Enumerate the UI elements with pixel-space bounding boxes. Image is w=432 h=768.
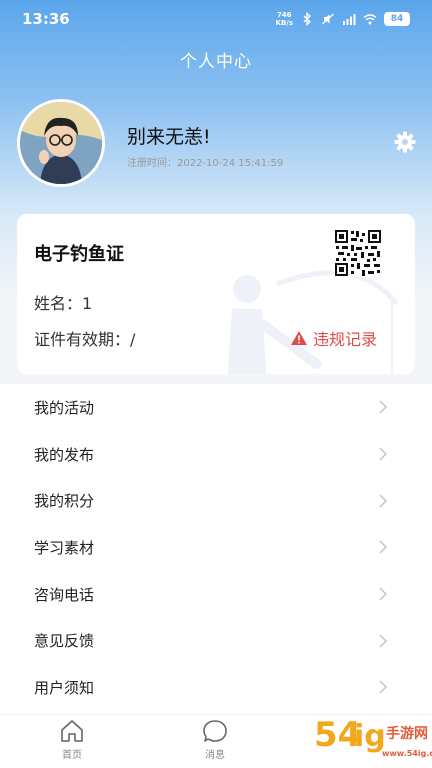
watermark-brand: 手游网 xyxy=(386,725,428,742)
menu-item-label: 我的活动 xyxy=(34,398,95,417)
violation-record-link[interactable]: 违规记录 xyxy=(290,326,377,350)
license-name: 姓名：1 xyxy=(34,294,93,313)
register-time: 注册时间：2022-10-24 15:41:59 xyxy=(127,158,284,169)
tab-label: 消息 xyxy=(205,750,225,761)
wifi-icon xyxy=(363,14,377,25)
tab-messages[interactable]: 消息 xyxy=(185,719,245,761)
chevron-right-icon xyxy=(379,400,387,414)
network-speed-unit: KB/s xyxy=(275,19,293,27)
gear-icon[interactable] xyxy=(393,130,417,154)
menu-item-my-posts[interactable]: 我的发布 xyxy=(0,431,432,478)
network-speed: 746 KB/s xyxy=(276,11,293,27)
mute-icon xyxy=(322,13,334,25)
menu-item-label: 我的积分 xyxy=(34,492,95,511)
signal-icon xyxy=(343,14,356,25)
site-watermark-logo: 54 ig 手游网 www.54ig.cn xyxy=(314,715,432,758)
menu-item-learning-materials[interactable]: 学习素材 xyxy=(0,524,432,571)
license-title: 电子钓鱼证 xyxy=(34,244,124,265)
message-icon xyxy=(203,720,227,742)
menu-item-my-activities[interactable]: 我的活动 xyxy=(0,384,432,431)
menu-list: 我的活动 我的发布 我的积分 学习素材 咨询电话 意见反馈 用户须知 xyxy=(0,384,432,714)
fisherman-watermark-icon xyxy=(227,270,399,374)
chevron-right-icon xyxy=(379,634,387,648)
qr-code-icon[interactable] xyxy=(334,229,382,277)
chevron-right-icon xyxy=(379,447,387,461)
menu-item-label: 用户须知 xyxy=(34,678,95,697)
violation-record-label: 违规记录 xyxy=(313,330,378,349)
status-bar: 13:36 746 KB/s 84 xyxy=(0,0,432,38)
menu-item-label: 咨询电话 xyxy=(34,585,95,604)
chevron-right-icon xyxy=(379,540,387,554)
status-time: 13:36 xyxy=(22,10,70,28)
menu-item-label: 学习素材 xyxy=(34,538,95,557)
menu-item-label: 意见反馈 xyxy=(34,632,95,651)
bluetooth-icon xyxy=(303,12,312,26)
watermark-site: www.54ig.cn xyxy=(382,749,432,758)
menu-item-my-points[interactable]: 我的积分 xyxy=(0,477,432,524)
chevron-right-icon xyxy=(379,494,387,508)
fishing-license-card[interactable]: 电子钓鱼证 姓名：1 证件有效期：/ 违规记录 xyxy=(17,214,415,374)
warning-icon xyxy=(291,331,307,345)
network-speed-value: 746 xyxy=(276,11,292,19)
chevron-right-icon xyxy=(379,587,387,601)
battery-indicator: 84 xyxy=(384,12,410,26)
avatar[interactable] xyxy=(17,99,105,187)
menu-item-contact-phone[interactable]: 咨询电话 xyxy=(0,571,432,618)
username: 别来无恙! xyxy=(127,126,211,148)
home-icon xyxy=(61,720,83,742)
page-title: 个人中心 xyxy=(180,52,252,72)
svg-text:ig: ig xyxy=(354,719,386,754)
tab-home[interactable]: 首页 xyxy=(42,719,102,761)
menu-item-user-notice[interactable]: 用户须知 xyxy=(0,664,432,711)
menu-item-label: 我的发布 xyxy=(34,445,95,464)
status-icons: 746 KB/s 84 xyxy=(276,11,410,27)
tab-label: 首页 xyxy=(62,750,82,761)
license-validity: 证件有效期：/ xyxy=(34,330,136,349)
avatar-image xyxy=(20,102,102,184)
menu-item-feedback[interactable]: 意见反馈 xyxy=(0,617,432,664)
chevron-right-icon xyxy=(379,681,387,694)
